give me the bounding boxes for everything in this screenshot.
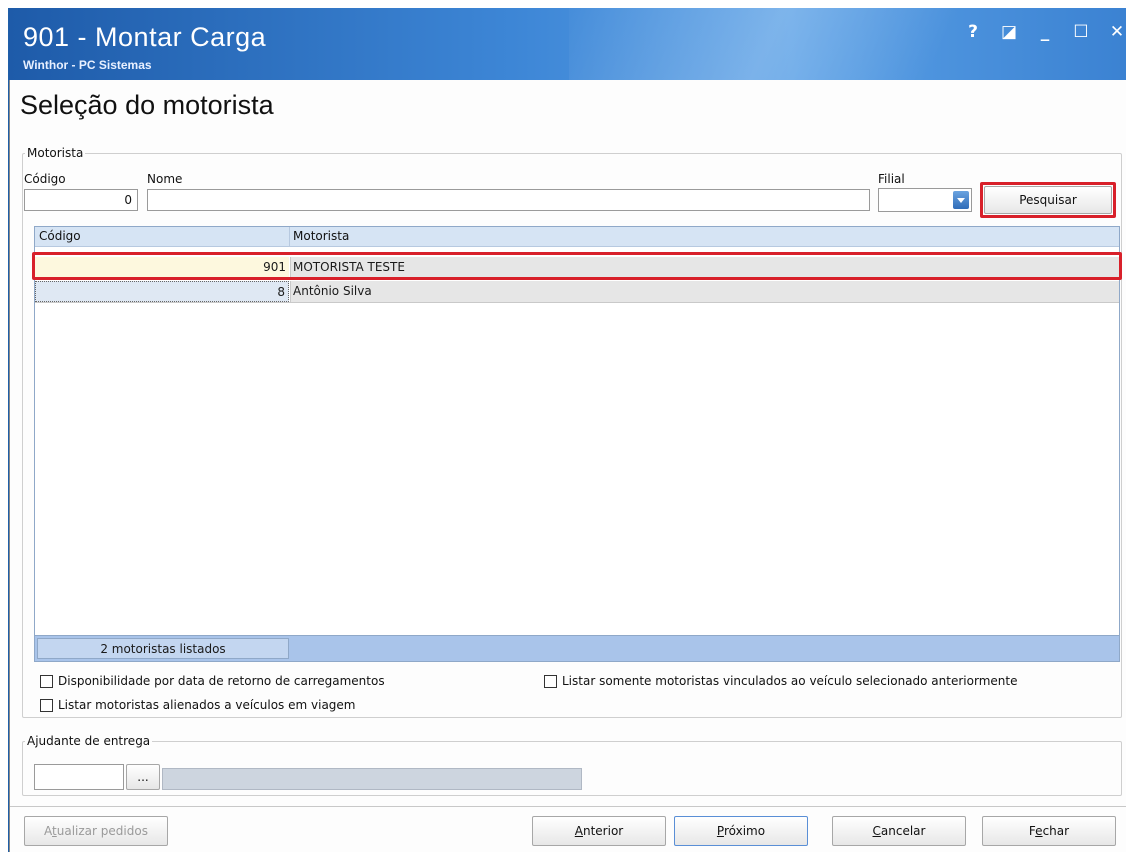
alienados-label: Listar motoristas alienados a veículos e…	[58, 698, 356, 712]
vinculados-checkbox[interactable]: Listar somente motoristas vinculados ao …	[544, 674, 1017, 688]
help-icon[interactable]: ?	[963, 22, 983, 42]
checkbox-box[interactable]	[40, 674, 53, 688]
ajudante-lookup-button[interactable]: ...	[126, 764, 160, 790]
cell-codigo: 901	[35, 257, 289, 278]
minimize-icon[interactable]: _	[1035, 22, 1055, 42]
chevron-down-icon[interactable]	[953, 191, 969, 209]
filial-select[interactable]	[878, 188, 972, 212]
title-bar[interactable]: 901 - Montar Carga Winthor - PC Sistemas…	[9, 8, 1126, 80]
motoristas-grid[interactable]: Código Motorista 901 MOTORISTA TESTE 8 A…	[34, 226, 1120, 662]
footer-separator	[10, 806, 1126, 807]
page-title: Seleção do motorista	[20, 90, 274, 120]
maximize-icon[interactable]: ☐	[1071, 22, 1091, 42]
content-panel: Seleção do motorista Motorista Código No…	[9, 80, 1126, 852]
fechar-button[interactable]: Fechar	[982, 816, 1116, 846]
atualizar-pedidos-button[interactable]: Atualizar pedidos	[24, 816, 168, 846]
motorista-legend: Motorista	[27, 146, 84, 160]
table-row[interactable]: 901 MOTORISTA TESTE	[35, 257, 1119, 279]
column-header-motorista[interactable]: Motorista	[293, 229, 349, 243]
cell-codigo: 8	[35, 281, 289, 302]
pesquisar-button[interactable]: Pesquisar	[984, 186, 1112, 214]
window-title: 901 - Montar Carga	[23, 22, 267, 52]
restore-icon[interactable]: ◪	[999, 22, 1019, 42]
nome-label: Nome	[147, 172, 183, 186]
vinculados-label: Listar somente motoristas vinculados ao …	[562, 674, 1018, 688]
column-header-codigo[interactable]: Código	[39, 229, 81, 243]
proximo-button[interactable]: Próximo	[674, 816, 808, 846]
anterior-button[interactable]: Anterior	[532, 816, 666, 846]
grid-footer-count: 2 motoristas listados	[37, 638, 289, 659]
codigo-input[interactable]	[24, 189, 138, 211]
checkbox-box[interactable]	[40, 698, 53, 712]
codigo-label: Código	[24, 172, 66, 186]
window-controls: ? ◪ _ ☐ ✕	[963, 22, 1126, 42]
window-subtitle: Winthor - PC Sistemas	[23, 58, 152, 72]
cancelar-button[interactable]: Cancelar	[832, 816, 966, 846]
nome-input[interactable]	[147, 189, 870, 211]
ajudante-code-input[interactable]	[34, 764, 124, 790]
table-row[interactable]: 8 Antônio Silva	[35, 281, 1119, 303]
cell-motorista: MOTORISTA TESTE	[290, 257, 1119, 278]
close-icon[interactable]: ✕	[1107, 22, 1126, 42]
column-separator	[289, 227, 290, 247]
checkbox-box[interactable]	[544, 674, 557, 688]
alienados-checkbox[interactable]: Listar motoristas alienados a veículos e…	[40, 698, 356, 712]
disponibilidade-label: Disponibilidade por data de retorno de c…	[58, 674, 385, 688]
filial-label: Filial	[878, 172, 905, 186]
disponibilidade-checkbox[interactable]: Disponibilidade por data de retorno de c…	[40, 674, 385, 688]
ajudante-name-field	[162, 768, 582, 790]
grid-header: Código Motorista	[35, 227, 1119, 247]
app-window: 901 - Montar Carga Winthor - PC Sistemas…	[8, 8, 1126, 852]
grid-footer: 2 motoristas listados	[35, 635, 1119, 661]
title-bar-gloss	[569, 8, 1089, 80]
ajudante-legend: Ajudante de entrega	[27, 734, 151, 748]
cell-motorista: Antônio Silva	[290, 281, 1119, 302]
